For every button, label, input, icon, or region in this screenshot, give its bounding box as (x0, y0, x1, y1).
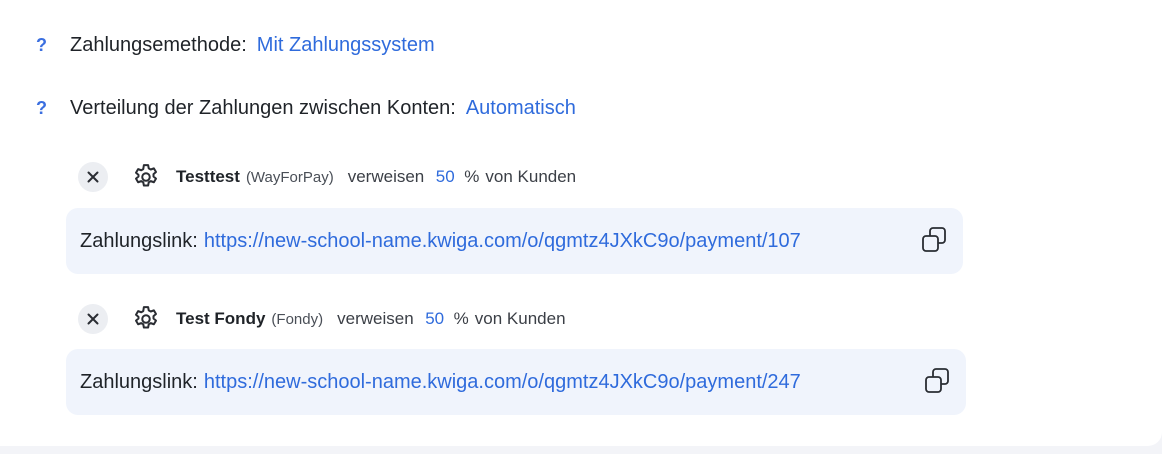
account-name: Testtest (176, 167, 240, 186)
payment-settings-card: ? Zahlungsemethode: Mit Zahlungssystem ?… (0, 0, 1162, 446)
payment-link-label: Zahlungslink: (80, 229, 198, 252)
payment-link-url[interactable]: https://new-school-name.kwiga.com/o/qgmt… (204, 371, 801, 394)
close-icon (87, 171, 99, 183)
refer-suffix: von Kunden (485, 167, 577, 186)
refer-suffix: von Kunden (474, 309, 566, 328)
help-icon[interactable]: ? (36, 98, 70, 119)
percent-input[interactable]: 50 (432, 167, 458, 187)
payment-link-url[interactable]: https://new-school-name.kwiga.com/o/qgmt… (204, 230, 801, 253)
payment-method-row: ? Zahlungsemethode: Mit Zahlungssystem (36, 34, 435, 57)
distribution-label: Verteilung der Zahlungen zwischen Konten… (70, 97, 456, 119)
refer-label: verweisen (337, 309, 414, 328)
percent-input[interactable]: 50 (422, 309, 448, 329)
close-icon (87, 313, 99, 325)
account-name: Test Fondy (176, 309, 266, 328)
account-settings-button[interactable] (130, 303, 162, 335)
copy-icon (922, 227, 946, 252)
account-provider: (Fondy) (271, 310, 324, 328)
help-icon[interactable]: ? (36, 35, 70, 56)
account-provider: (WayForPay) (245, 168, 334, 186)
percent-sign: % (453, 309, 469, 328)
copy-link-button[interactable] (920, 226, 948, 254)
copy-link-button[interactable] (923, 367, 951, 395)
payment-link-box: Zahlungslink: https://new-school-name.kw… (66, 349, 966, 415)
distribution-value[interactable]: Automatisch (466, 97, 576, 120)
payment-link-box: Zahlungslink: https://new-school-name.kw… (66, 208, 963, 274)
account-row-testtest: Testtest (WayForPay) verweisen 50 % von … (78, 161, 576, 193)
remove-account-button[interactable] (78, 304, 108, 334)
payment-method-value[interactable]: Mit Zahlungssystem (257, 34, 435, 57)
percent-sign: % (464, 167, 480, 186)
payment-link-label: Zahlungslink: (80, 370, 198, 393)
account-row-test-fondy: Test Fondy (Fondy) verweisen 50 % von Ku… (78, 303, 566, 335)
gear-icon (135, 306, 157, 329)
remove-account-button[interactable] (78, 162, 108, 192)
refer-label: verweisen (347, 167, 425, 186)
payment-method-label: Zahlungsemethode: (70, 34, 247, 56)
distribution-row: ? Verteilung der Zahlungen zwischen Kont… (36, 97, 576, 120)
account-settings-button[interactable] (130, 161, 162, 193)
copy-icon (925, 368, 949, 393)
gear-icon (135, 164, 157, 187)
